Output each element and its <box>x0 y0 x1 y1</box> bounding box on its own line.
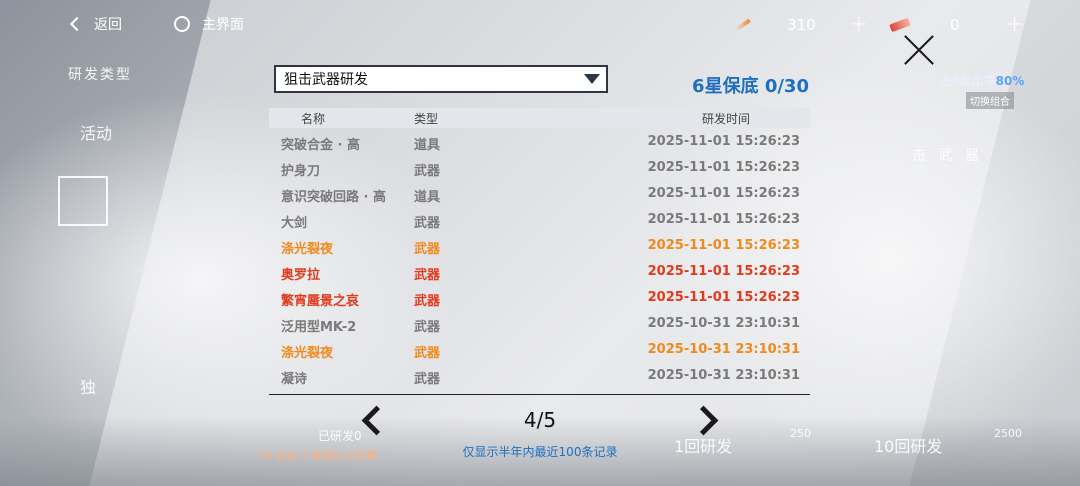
home-label: 主界面 <box>202 17 244 33</box>
header-time: 研发时间 <box>701 112 750 126</box>
row-time: 2025-11-01 15:26:23 <box>647 264 800 279</box>
bg-ten-draw-cost: 2500 <box>994 427 1022 440</box>
bg-rate-hint: 占6星出率80% <box>940 74 1025 88</box>
bg-activity-tab: 活动 <box>80 124 113 143</box>
row-type: 武器 <box>414 164 441 179</box>
table-row: 涤光裂夜 武器 2025-11-01 15:26:23 <box>269 232 810 258</box>
row-type: 道具 <box>414 190 441 205</box>
row-time: 2025-11-01 15:26:23 <box>647 160 800 175</box>
pity-counter: 6星保底 0/30 <box>692 76 809 97</box>
back-button[interactable]: 返回 <box>68 14 122 34</box>
row-time: 2025-11-01 15:26:23 <box>647 212 800 227</box>
row-name: 护身刀 <box>281 164 321 179</box>
row-name: 繁宵蜃景之哀 <box>281 294 360 309</box>
row-time: 2025-10-31 23:10:31 <box>647 368 800 383</box>
row-type: 武器 <box>414 216 441 231</box>
row-name: 涤光裂夜 <box>281 242 334 257</box>
bg-weapon-label: 击 武 器 <box>912 148 983 164</box>
close-icon[interactable] <box>902 33 936 67</box>
bg-selected-tab <box>58 176 108 226</box>
home-button[interactable]: 主界面 <box>174 14 244 34</box>
header-type: 类型 <box>414 112 439 126</box>
page-indicator: 4/5 <box>523 408 557 432</box>
history-table: 名称 类型 研发时间 突破合金 · 高道具 2025-11-01 15:26:23… <box>269 108 810 388</box>
caret-down-icon <box>584 74 600 84</box>
ammo-icon <box>889 17 911 32</box>
row-time: 2025-11-01 15:26:23 <box>647 186 800 201</box>
table-header: 名称 类型 研发时间 <box>269 108 810 128</box>
currency-1: 310 + <box>735 12 868 37</box>
table-row: 泛用型MK-2 武器 2025-10-31 23:10:31 <box>269 310 810 336</box>
bg-ten-draw-button: 10回研发 <box>874 437 943 456</box>
table-body: 突破合金 · 高道具 2025-11-01 15:26:23 护身刀 武器 2025-1… <box>269 128 810 388</box>
row-name: 涤光裂夜 <box>281 346 334 361</box>
row-type: 武器 <box>414 346 441 361</box>
table-row: 意识突破回路 · 高 道具 2025-11-01 15:26:23 <box>269 180 810 206</box>
blade-icon <box>735 18 751 31</box>
currency-1-add-button[interactable]: + <box>850 12 868 37</box>
header-name: 名称 <box>301 112 326 126</box>
table-row: 突破合金 · 高 道具 2025-11-01 15:26:23 <box>269 128 810 154</box>
table-row: 奥罗拉 武器 2025-11-01 15:26:23 <box>269 258 810 284</box>
row-name: 凝诗 <box>281 372 308 387</box>
pool-select-value: 狙击武器研发 <box>284 72 368 88</box>
bg-tab-bottom: 独 <box>80 378 97 397</box>
bg-category-label: 研发类型 <box>68 67 132 83</box>
row-type: 武器 <box>414 320 441 335</box>
row-type: 武器 <box>414 372 441 387</box>
row-name: 意识突破回路 · 高 <box>281 190 386 205</box>
row-time: 2025-11-01 15:26:23 <box>647 238 800 253</box>
table-row: 凝诗 武器 2025-10-31 23:10:31 <box>269 362 810 388</box>
table-row: 大剑 武器 2025-11-01 15:26:23 <box>269 206 810 232</box>
row-name: 泛用型MK-2 <box>281 320 357 335</box>
row-type: 道具 <box>414 138 441 153</box>
bg-one-draw-cost: 250 <box>790 427 811 440</box>
chevron-left-icon[interactable] <box>360 403 384 437</box>
row-type: 武器 <box>414 242 441 257</box>
table-row: 涤光裂夜 武器 2025-10-31 23:10:31 <box>269 336 810 362</box>
currency-1-value: 310 <box>787 15 816 34</box>
table-row: 繁宵蜃景之哀 武器 2025-11-01 15:26:23 <box>269 284 810 310</box>
circle-icon <box>174 16 190 32</box>
row-time: 2025-11-01 15:26:23 <box>647 290 800 305</box>
bg-guarantee-text: 10 必出 3 星或以上武器 <box>258 449 378 462</box>
row-time: 2025-10-31 23:10:31 <box>647 342 800 357</box>
row-time: 2025-11-01 15:26:23 <box>647 134 800 149</box>
back-label: 返回 <box>94 17 122 33</box>
row-name: 奥罗拉 <box>281 268 321 283</box>
row-name: 突破合金 · 高 <box>281 138 360 153</box>
table-row: 护身刀 武器 2025-11-01 15:26:23 <box>269 154 810 180</box>
bg-draw-count: 已研发0 <box>318 429 362 443</box>
pool-select[interactable]: 狙击武器研发 <box>274 65 608 93</box>
currency-2-value: 0 <box>950 15 960 34</box>
chevron-right-icon[interactable] <box>693 403 717 437</box>
currency-2-add-button[interactable]: + <box>1006 12 1024 37</box>
record-note: 仅显示半年内最近100条记录 <box>462 445 618 459</box>
bg-switch-combo-button: 切换组合 <box>966 92 1014 109</box>
row-name: 大剑 <box>281 216 308 231</box>
table-divider <box>269 394 810 395</box>
row-type: 武器 <box>414 294 441 309</box>
row-type: 武器 <box>414 268 441 283</box>
chevron-left-icon <box>69 16 85 32</box>
row-time: 2025-10-31 23:10:31 <box>647 316 800 331</box>
